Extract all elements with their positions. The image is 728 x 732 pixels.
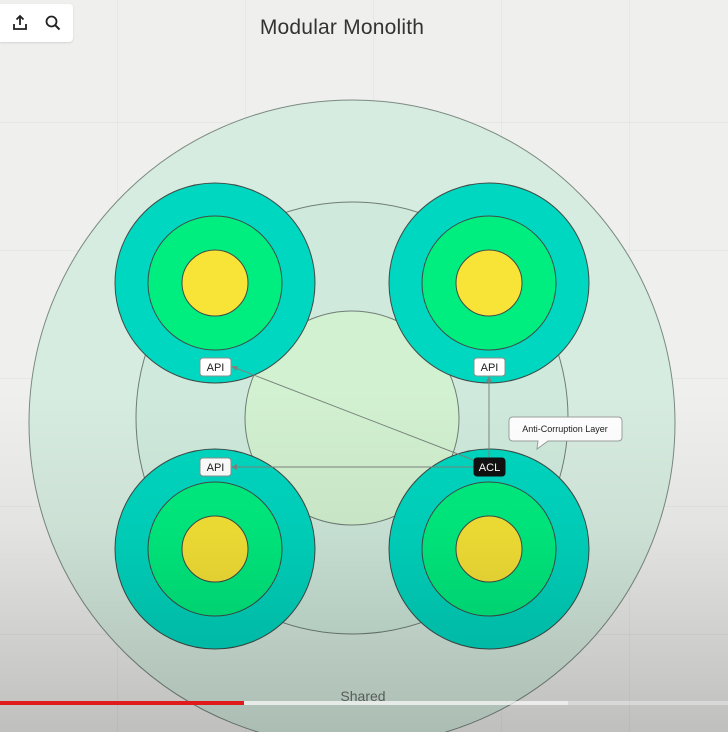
- module-top-right[interactable]: [388, 182, 590, 384]
- module-core: [455, 249, 523, 317]
- canvas: Modular Monolith API API API ACL Anti-Co…: [0, 0, 728, 732]
- api-label-text: API: [207, 462, 225, 474]
- toolbar: [0, 4, 73, 42]
- video-played-fill: [0, 701, 244, 705]
- callout-text: Anti-Corruption Layer: [522, 424, 608, 434]
- api-label-text: API: [481, 362, 499, 374]
- share-upload-icon: [13, 14, 27, 30]
- api-label-bottom-left[interactable]: API: [199, 457, 232, 477]
- api-label-top-right[interactable]: API: [473, 357, 506, 377]
- module-top-left[interactable]: [114, 182, 316, 384]
- module-core: [181, 249, 249, 317]
- module-bottom-left[interactable]: [114, 448, 316, 650]
- search-button[interactable]: [40, 10, 66, 36]
- acl-label-text: ACL: [479, 462, 500, 474]
- modular-monolith-diagram: API API API ACL Anti-Corruption Layer Sh…: [28, 99, 676, 732]
- share-button[interactable]: [7, 10, 33, 36]
- api-label-text: API: [207, 362, 225, 374]
- module-bottom-right[interactable]: [388, 448, 590, 650]
- module-core: [455, 515, 523, 583]
- module-core: [181, 515, 249, 583]
- video-progress-bar[interactable]: [0, 701, 728, 705]
- search-icon: [45, 15, 61, 31]
- api-label-top-left[interactable]: API: [199, 357, 232, 377]
- acl-label[interactable]: ACL: [473, 457, 506, 477]
